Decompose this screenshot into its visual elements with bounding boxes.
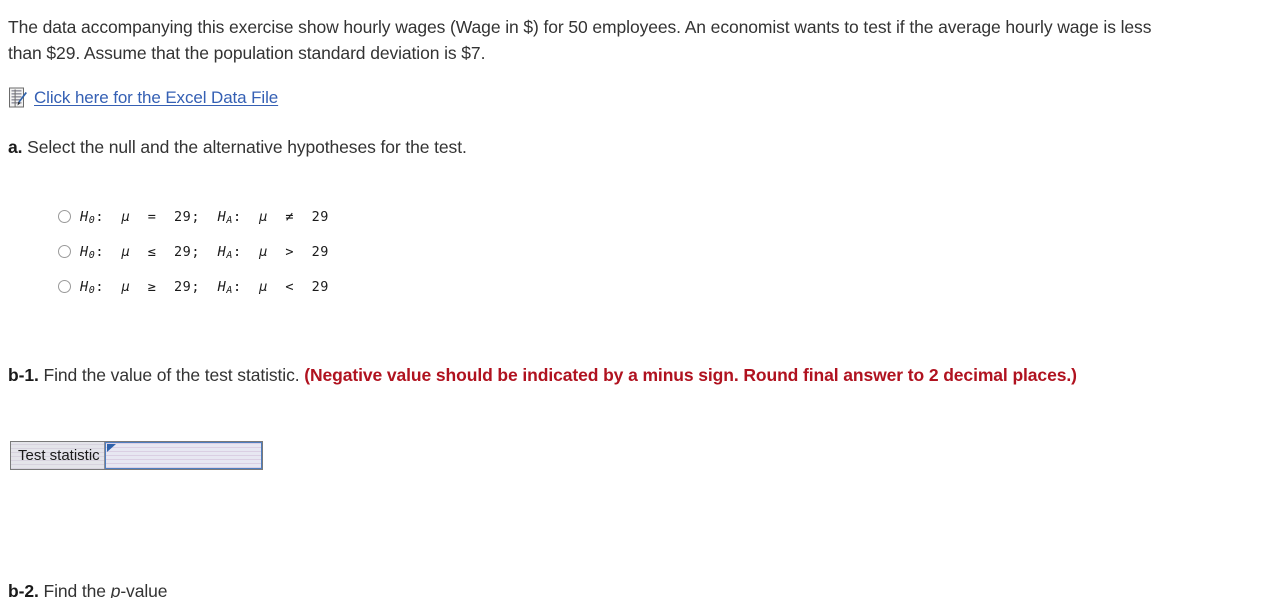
exercise-intro-text: The data accompanying this exercise show…	[8, 17, 1152, 63]
hypothesis-option-3-label: H0: μ ≥ 29; HA: μ < 29	[80, 279, 330, 296]
radio-button-option-3[interactable]	[58, 280, 71, 293]
relation-ha-option-1: ≠	[285, 209, 295, 225]
hypothesis-option-1[interactable]: H0: μ = 29; HA: μ ≠ 29	[58, 200, 329, 235]
hypotheses-radio-group: H0: μ = 29; HA: μ ≠ 29 H0: μ ≤ 29; HA: μ…	[58, 200, 329, 305]
part-b2-prompt-post: -value	[120, 581, 168, 598]
question-part-a: a. Select the null and the alternative h…	[8, 134, 1158, 160]
excel-document-icon	[9, 87, 27, 108]
test-statistic-row-label: Test statistic	[11, 442, 105, 469]
value-ha-option-1: 29	[311, 209, 330, 225]
radio-button-option-1[interactable]	[58, 210, 71, 223]
part-a-label: a.	[8, 137, 23, 157]
part-b1-prompt: Find the value of the test statistic.	[43, 365, 300, 385]
hypothesis-option-3[interactable]: H0: μ ≥ 29; HA: μ < 29	[58, 270, 329, 305]
relation-h0-option-3: ≥	[147, 279, 157, 295]
question-part-b1: b-1. Find the value of the test statisti…	[8, 362, 1138, 388]
value-ha-option-3: 29	[311, 279, 330, 295]
part-b1-note: (Negative value should be indicated by a…	[304, 365, 1077, 385]
exercise-page: The data accompanying this exercise show…	[0, 0, 1277, 598]
hypothesis-option-1-label: H0: μ = 29; HA: μ ≠ 29	[80, 209, 330, 226]
relation-h0-option-1: =	[147, 209, 157, 225]
value-h0-option-1: 29	[173, 209, 192, 225]
radio-button-option-2[interactable]	[58, 245, 71, 258]
test-statistic-input-cell[interactable]	[104, 442, 262, 469]
part-b2-prompt-pre: Find the	[43, 581, 111, 598]
value-ha-option-2: 29	[311, 244, 330, 260]
relation-ha-option-3: <	[285, 279, 295, 295]
test-statistic-input[interactable]	[105, 443, 261, 468]
value-h0-option-3: 29	[173, 279, 192, 295]
hypothesis-option-2[interactable]: H0: μ ≤ 29; HA: μ > 29	[58, 235, 329, 270]
value-h0-option-2: 29	[173, 244, 192, 260]
relation-ha-option-2: >	[285, 244, 295, 260]
hypothesis-option-2-label: H0: μ ≤ 29; HA: μ > 29	[80, 244, 330, 261]
relation-h0-option-2: ≤	[147, 244, 157, 260]
part-b2-label: b-2.	[8, 581, 39, 598]
question-part-b2: b-2. Find the p-value	[8, 578, 608, 598]
excel-data-file-row: Click here for the Excel Data File	[8, 87, 278, 109]
excel-data-file-link[interactable]: Click here for the Excel Data File	[34, 88, 278, 108]
part-b1-label: b-1.	[8, 365, 39, 385]
part-b2-prompt-italic: p	[110, 581, 121, 598]
test-statistic-answer-table: Test statistic	[10, 441, 263, 470]
part-a-prompt: Select the null and the alternative hypo…	[27, 137, 467, 157]
